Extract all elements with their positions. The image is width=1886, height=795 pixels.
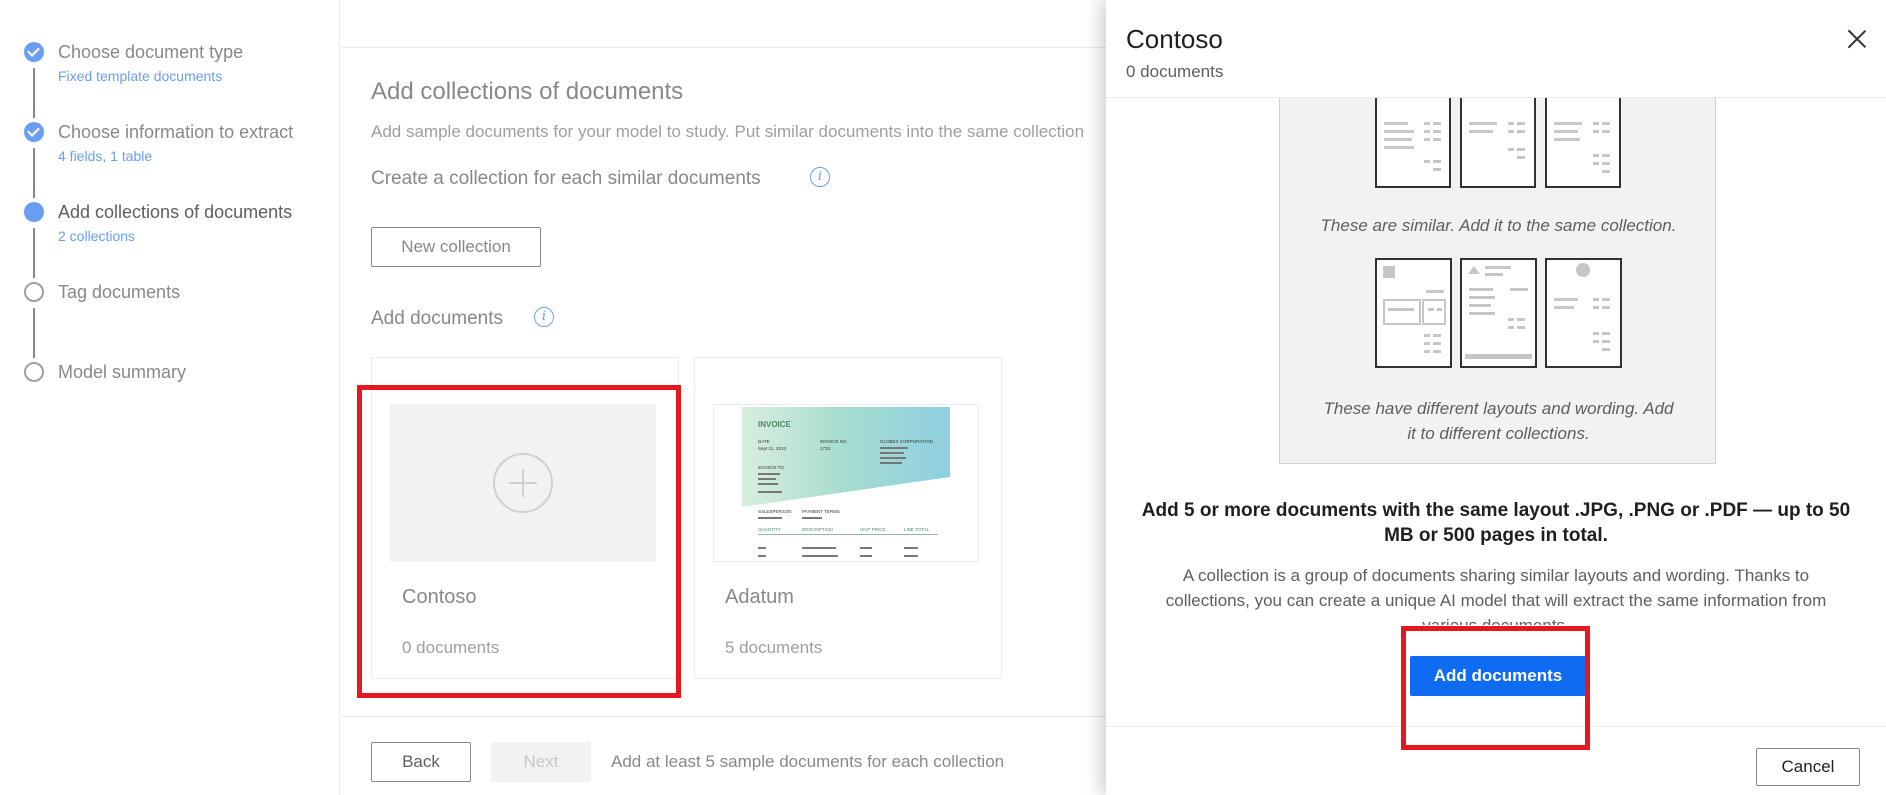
step-connector: [33, 68, 35, 118]
collection-explanation: A collection is a group of documents sha…: [1165, 566, 1827, 625]
step-title: Choose document type: [58, 42, 244, 62]
invoice-company: GLOBEX CORPORATION: [880, 439, 933, 444]
cancel-button[interactable]: Cancel: [1756, 748, 1860, 786]
check-icon: [24, 122, 44, 142]
highlight-box: [1401, 626, 1590, 750]
invoice-to-label: INVOICE TO: [758, 465, 784, 470]
invoice-col-description: DESCRIPTION: [802, 527, 833, 532]
check-icon: [24, 42, 44, 62]
invoice-col-quantity: QUANTITY: [758, 527, 781, 532]
invoice-col-line-total: LINE TOTAL: [904, 527, 930, 532]
invoice-payment-terms-label: PAYMENT TERMS: [802, 509, 840, 514]
invoice-number-value: 1733: [820, 446, 831, 451]
similar-documents-icon: [1375, 98, 1621, 188]
invoice-date-label: DATE: [758, 439, 770, 444]
divider: [341, 716, 1106, 717]
step-connector: [33, 148, 35, 198]
invoice-thumbnail: INVOICE DATE Sept 21, 2013 INVOICE NO 17…: [713, 404, 979, 562]
divider: [341, 47, 1106, 48]
new-collection-button[interactable]: New collection: [371, 227, 541, 267]
step-title: Model summary: [58, 362, 187, 382]
different-documents-icon: [1375, 258, 1622, 368]
step-subtitle: 4 fields, 1 table: [58, 148, 153, 164]
invoice-col-unit-price: UNIT PRICE: [860, 527, 885, 532]
info-icon[interactable]: i: [810, 167, 830, 187]
invoice-date-value: Sept 21, 2013: [758, 446, 787, 451]
page-title: Add collections of documents: [371, 78, 684, 105]
invoice-heading: INVOICE: [758, 420, 792, 429]
collection-count: 5 documents: [725, 638, 823, 657]
step-title: Choose information to extract: [58, 122, 294, 142]
invoice-number-label: INVOICE NO: [820, 439, 847, 444]
close-icon[interactable]: [1846, 28, 1868, 50]
current-step-icon: [24, 202, 44, 222]
page-description: Add sample documents for your model to s…: [371, 122, 1085, 141]
different-caption: These have different layouts and wording…: [1323, 399, 1674, 443]
info-icon[interactable]: i: [534, 307, 554, 327]
pending-step-icon: [24, 282, 44, 302]
add-documents-heading: Add documents: [371, 308, 504, 329]
footer-hint: Add at least 5 sample documents for each…: [611, 752, 1005, 771]
invoice-salesperson-label: SALESPERSON: [758, 509, 792, 514]
panel-title: Contoso: [1126, 24, 1223, 54]
step-subtitle: Fixed template documents: [58, 68, 223, 84]
step-connector: [33, 308, 35, 358]
similar-caption: These are similar. Add it to the same co…: [1320, 216, 1677, 235]
step-subtitle: 2 collections: [58, 228, 136, 244]
step-title: Add collections of documents: [58, 202, 293, 222]
back-button[interactable]: Back: [371, 742, 471, 782]
collection-card-adatum[interactable]: INVOICE DATE Sept 21, 2013 INVOICE NO 17…: [694, 357, 1002, 679]
invoice-preview-image: INVOICE DATE Sept 21, 2013 INVOICE NO 17…: [742, 407, 950, 557]
collection-illustration: These are similar. Add it to the same co…: [1279, 98, 1716, 464]
step-connector: [33, 228, 35, 278]
next-button[interactable]: Next: [491, 742, 591, 782]
collection-name: Adatum: [725, 586, 794, 608]
upload-requirements: Add 5 or more documents with the same la…: [1141, 500, 1851, 546]
panel-subtitle: 0 documents: [1126, 62, 1224, 81]
pending-step-icon: [24, 362, 44, 382]
highlight-box: [357, 385, 681, 698]
step-title: Tag documents: [58, 282, 181, 302]
wizard-stepper: Choose document type Fixed template docu…: [0, 0, 340, 795]
create-collection-heading: Create a collection for each similar doc…: [371, 168, 761, 189]
